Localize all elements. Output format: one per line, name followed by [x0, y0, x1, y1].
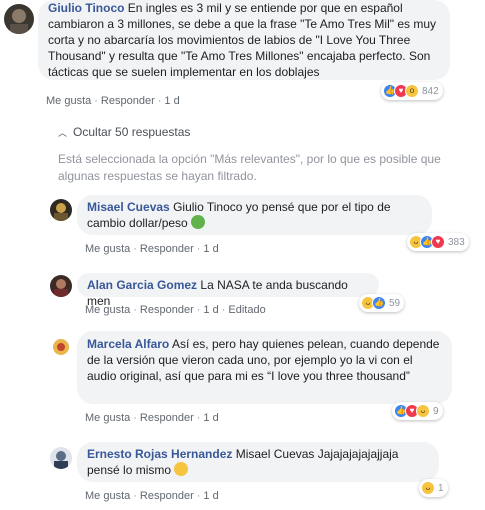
reaction-summary[interactable]: ᴗ 1: [419, 479, 448, 497]
reply-actions: Me gusta · Responder · 1 d: [85, 490, 219, 502]
like-link[interactable]: Me gusta: [46, 95, 91, 107]
reply-body: Marcela Alfaro Así es, pero hay quienes …: [87, 336, 442, 384]
reply-bubble: Misael Cuevas Giulio Tinoco yo pensé que…: [77, 195, 432, 235]
reaction-summary[interactable]: ᴗ 👍 59: [359, 294, 405, 312]
comment-bubble: Giulio Tinoco En ingles es 3 mil y se en…: [38, 0, 450, 80]
reply-link[interactable]: Responder: [140, 490, 194, 502]
avatar-image: [4, 4, 34, 34]
chevron-up-icon: ︿: [58, 128, 68, 138]
reaction-summary[interactable]: 👍 ♥ o 842: [381, 82, 443, 100]
comment-author[interactable]: Giulio Tinoco: [48, 1, 124, 15]
reaction-count: 842: [422, 85, 439, 97]
separator-dot: ·: [133, 412, 137, 424]
timestamp[interactable]: 1 d: [203, 412, 218, 424]
reply-author[interactable]: Marcela Alfaro: [87, 337, 169, 351]
reply-actions: Me gusta · Responder · 1 d: [85, 412, 219, 424]
reply-author[interactable]: Misael Cuevas: [87, 200, 170, 214]
hide-replies-label: Ocultar 50 respuestas: [73, 125, 191, 139]
reaction-summary[interactable]: ᴗ 👍 ♥ 383: [407, 233, 469, 251]
reply-author[interactable]: Ernesto Rojas Hernandez: [87, 447, 232, 461]
love-icon: ♥: [431, 235, 445, 249]
reaction-count: 1: [438, 482, 444, 494]
avatar-giulio-tinoco[interactable]: [4, 4, 34, 34]
avatar-marcela-alfaro[interactable]: [50, 336, 72, 358]
separator-dot: ·: [133, 304, 137, 316]
reply-actions: Me gusta · Responder · 1 d: [85, 243, 219, 255]
separator-dot: ·: [196, 304, 201, 316]
reply-link[interactable]: Responder: [140, 243, 194, 255]
like-icon: 👍: [372, 296, 386, 310]
reply-bubble: Ernesto Rojas Hernandez Misael Cuevas Ja…: [77, 442, 439, 482]
haha-icon: ᴗ: [421, 481, 435, 495]
reply-body: Ernesto Rojas Hernandez Misael Cuevas Ja…: [87, 446, 429, 478]
comment-actions: Me gusta · Responder · 1 d: [46, 95, 180, 107]
separator-dot: ·: [221, 304, 226, 316]
avatar-image: [50, 336, 72, 358]
reaction-summary[interactable]: 👍 ♥ ᴗ 9: [392, 402, 443, 420]
reaction-count: 383: [448, 236, 465, 248]
edited-label[interactable]: Editado: [228, 304, 265, 316]
separator-dot: ·: [94, 95, 98, 107]
money-mouth-emoji-icon: [191, 215, 206, 229]
reply-author[interactable]: Alan Garcia Gomez: [87, 278, 197, 292]
haha-icon: ᴗ: [416, 404, 430, 418]
timestamp[interactable]: 1 d: [203, 490, 218, 502]
reply-link[interactable]: Responder: [140, 304, 194, 316]
reaction-count: 59: [389, 297, 401, 309]
hide-replies-toggle[interactable]: ︿ Ocultar 50 respuestas: [58, 125, 190, 139]
avatar-image: [50, 275, 72, 297]
reply-actions: Me gusta · Responder · 1 d · Editado: [85, 304, 266, 316]
reply-bubble: Marcela Alfaro Así es, pero hay quienes …: [77, 331, 452, 404]
like-link[interactable]: Me gusta: [85, 304, 130, 316]
timestamp[interactable]: 1 d: [203, 243, 218, 255]
comment-body: Giulio Tinoco En ingles es 3 mil y se en…: [48, 0, 440, 80]
separator-dot: ·: [196, 412, 201, 424]
avatar-image: [50, 447, 72, 469]
avatar-image: [50, 199, 72, 221]
avatar-alan-garcia-gomez[interactable]: [50, 275, 72, 297]
reply-link[interactable]: Responder: [140, 412, 194, 424]
avatar-misael-cuevas[interactable]: [50, 199, 72, 221]
reply-link[interactable]: Responder: [101, 95, 155, 107]
wow-icon: o: [405, 84, 419, 98]
like-link[interactable]: Me gusta: [85, 412, 130, 424]
avatar-ernesto-rojas-hernandez[interactable]: [50, 447, 72, 469]
filter-notice: Está seleccionada la opción "Más relevan…: [58, 152, 441, 183]
separator-dot: ·: [133, 243, 137, 255]
like-link[interactable]: Me gusta: [85, 490, 130, 502]
timestamp[interactable]: 1 d: [203, 304, 218, 316]
separator-dot: ·: [133, 490, 137, 502]
separator-dot: ·: [196, 243, 201, 255]
reaction-count: 9: [433, 405, 439, 417]
like-link[interactable]: Me gusta: [85, 243, 130, 255]
timestamp[interactable]: 1 d: [164, 95, 179, 107]
reply-bubble: Alan Garcia Gomez La NASA te anda buscan…: [77, 273, 379, 308]
reply-body: Misael Cuevas Giulio Tinoco yo pensé que…: [87, 199, 422, 231]
laughing-emoji-icon: [174, 462, 189, 476]
separator-dot: ·: [157, 95, 162, 107]
separator-dot: ·: [196, 490, 201, 502]
